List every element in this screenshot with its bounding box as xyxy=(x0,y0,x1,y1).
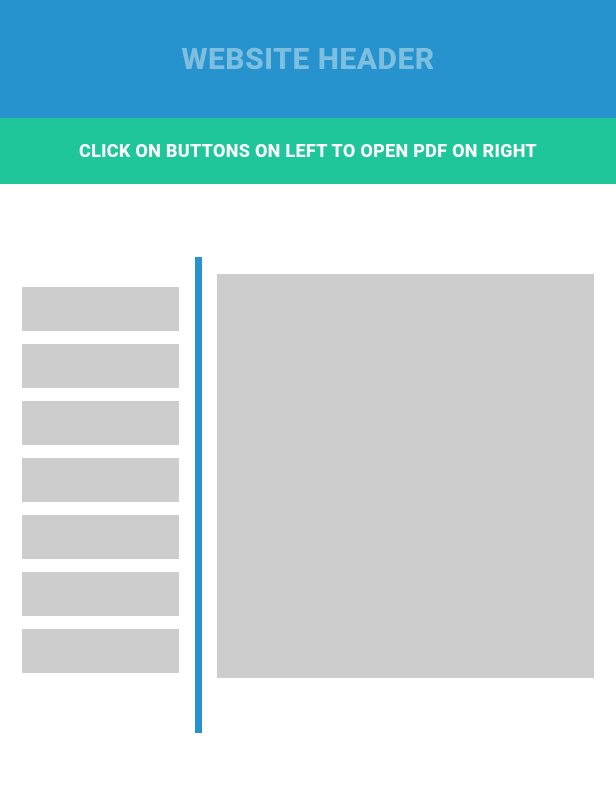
instruction-text: CLICK ON BUTTONS ON LEFT TO OPEN PDF ON … xyxy=(79,141,537,162)
pdf-button-1[interactable] xyxy=(22,287,179,331)
header-title: WEBSITE HEADER xyxy=(181,42,434,77)
button-list xyxy=(22,287,179,673)
vertical-divider xyxy=(195,257,202,733)
instruction-banner: CLICK ON BUTTONS ON LEFT TO OPEN PDF ON … xyxy=(0,118,616,184)
website-header: WEBSITE HEADER xyxy=(0,0,616,118)
pdf-button-7[interactable] xyxy=(22,629,179,673)
pdf-button-6[interactable] xyxy=(22,572,179,616)
pdf-button-2[interactable] xyxy=(22,344,179,388)
pdf-viewer xyxy=(217,274,594,678)
pdf-button-4[interactable] xyxy=(22,458,179,502)
pdf-button-3[interactable] xyxy=(22,401,179,445)
pdf-button-5[interactable] xyxy=(22,515,179,559)
content-area xyxy=(0,184,616,800)
